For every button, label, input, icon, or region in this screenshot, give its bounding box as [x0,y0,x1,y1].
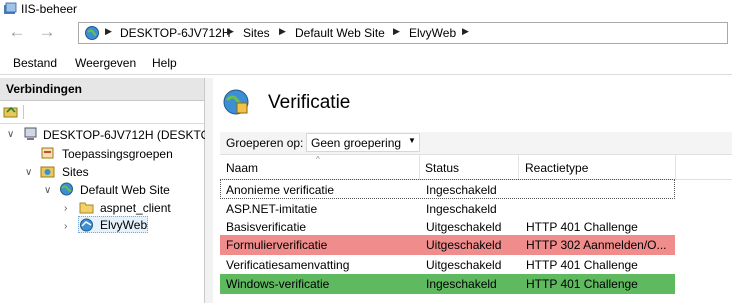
cell-name: ASP.NET-imitatie [226,202,318,216]
column-divider[interactable] [419,155,420,179]
tree-item-default-web-site[interactable]: Default Web Site [80,183,170,197]
page-title: Verificatie [268,92,351,113]
globe-icon [60,182,73,196]
cell-status: Ingeschakeld [426,277,497,291]
cell-status: Ingeschakeld [426,202,497,216]
table-row-highlight-green[interactable]: Windows-verificatie Ingeschakeld HTTP 40… [220,274,675,294]
cell-status: Uitgeschakeld [426,220,502,234]
folder-icon [79,202,94,214]
group-by-value: Geen groepering [311,136,402,150]
collapse-toggle-icon[interactable]: › [64,221,67,232]
group-by-select[interactable]: Geen groepering ▼ [306,133,420,152]
cell-status: Uitgeschakeld [426,238,502,252]
tree-item-elvyweb[interactable]: ElvyWeb [100,218,147,232]
breadcrumb-separator-icon: ▶ [227,26,234,36]
authentication-feature-icon [223,89,249,115]
window-title: IIS-beheer [21,2,78,16]
breadcrumb-default-web-site[interactable]: Default Web Site [295,26,385,40]
menu-help[interactable]: Help [152,56,177,70]
sort-ascending-icon: ^ [316,155,320,164]
cell-type: HTTP 401 Challenge [526,277,638,291]
expand-toggle-icon[interactable]: ∨ [44,185,51,196]
expand-toggle-icon[interactable]: ∨ [7,129,14,140]
breadcrumb-elvyweb[interactable]: ElvyWeb [409,26,456,40]
tree-item-toepassingsgroepen[interactable]: Toepassingsgroepen [62,147,173,161]
cell-name: Anonieme verificatie [226,183,335,197]
group-by-label: Groeperen op: [226,136,304,150]
cell-name: Windows-verificatie [226,277,330,291]
collapse-toggle-icon[interactable]: › [64,203,67,214]
cell-type: HTTP 401 Challenge [526,220,638,234]
expand-toggle-icon[interactable]: ∨ [25,167,32,178]
breadcrumb-separator-icon: ▶ [393,26,400,36]
cell-status: Uitgeschakeld [426,258,502,272]
back-arrow-icon[interactable]: ← [6,23,28,43]
title-bar: IIS-beheer [0,0,732,20]
address-bar[interactable]: ▶ DESKTOP-6JV712H ▶ Sites ▶ Default Web … [78,22,728,44]
menu-weergeven[interactable]: Weergeven [75,56,136,70]
column-header-status[interactable]: Status [425,161,459,175]
table-row[interactable]: Verificatiesamenvatting Uitgeschakeld HT… [220,255,675,275]
menu-bestand[interactable]: Bestand [13,56,57,70]
globe-icon [85,26,99,40]
app-pools-icon [41,147,54,159]
forward-arrow-icon[interactable]: → [36,23,58,43]
tree-item-sites[interactable]: Sites [62,165,89,179]
column-header-reactietype[interactable]: Reactietype [525,161,588,175]
breadcrumb-sites[interactable]: Sites [243,26,270,40]
cell-name: Formulierverificatie [226,238,328,252]
breadcrumb-separator-icon: ▶ [279,26,286,36]
cell-type: HTTP 302 Aanmelden/O... [526,238,667,252]
table-row-highlight-red[interactable]: Formulierverificatie Uitgeschakeld HTTP … [220,235,675,255]
pane-splitter[interactable] [205,78,213,303]
connections-toolbar [0,101,204,124]
cell-status: Ingeschakeld [426,183,497,197]
cell-type: HTTP 401 Challenge [526,258,638,272]
breadcrumb-separator-icon: ▶ [105,26,112,36]
dropdown-caret-icon: ▼ [408,136,416,145]
connections-header-label: Verbindingen [6,82,83,96]
tree-item-aspnet-client[interactable]: aspnet_client [100,201,171,215]
table-row[interactable]: Anonieme verificatie Ingeschakeld [220,179,675,199]
column-divider[interactable] [675,155,676,179]
column-header-naam[interactable]: Naam [226,161,258,175]
breadcrumb-separator-icon: ▶ [462,26,469,36]
menu-bar: Bestand Weergeven Help [0,52,732,75]
tree-item-server[interactable]: DESKTOP-6JV712H (DESKTOP- [43,128,222,142]
sites-folder-icon [40,166,55,178]
table-row[interactable]: ASP.NET-imitatie Ingeschakeld [220,199,675,219]
breadcrumb-server[interactable]: DESKTOP-6JV712H [120,26,231,40]
cell-name: Basisverificatie [226,220,307,234]
toolbar-divider [23,105,24,119]
iis-app-icon [4,2,17,14]
connect-icon[interactable] [3,104,19,119]
table-row[interactable]: Basisverificatie Uitgeschakeld HTTP 401 … [220,217,675,237]
web-app-icon [80,218,93,232]
column-divider[interactable] [518,155,519,179]
connections-header: Verbindingen [0,78,204,101]
cell-name: Verificatiesamenvatting [226,258,350,272]
server-icon [24,127,37,140]
table-header: Naam Status Reactietype [220,154,732,180]
